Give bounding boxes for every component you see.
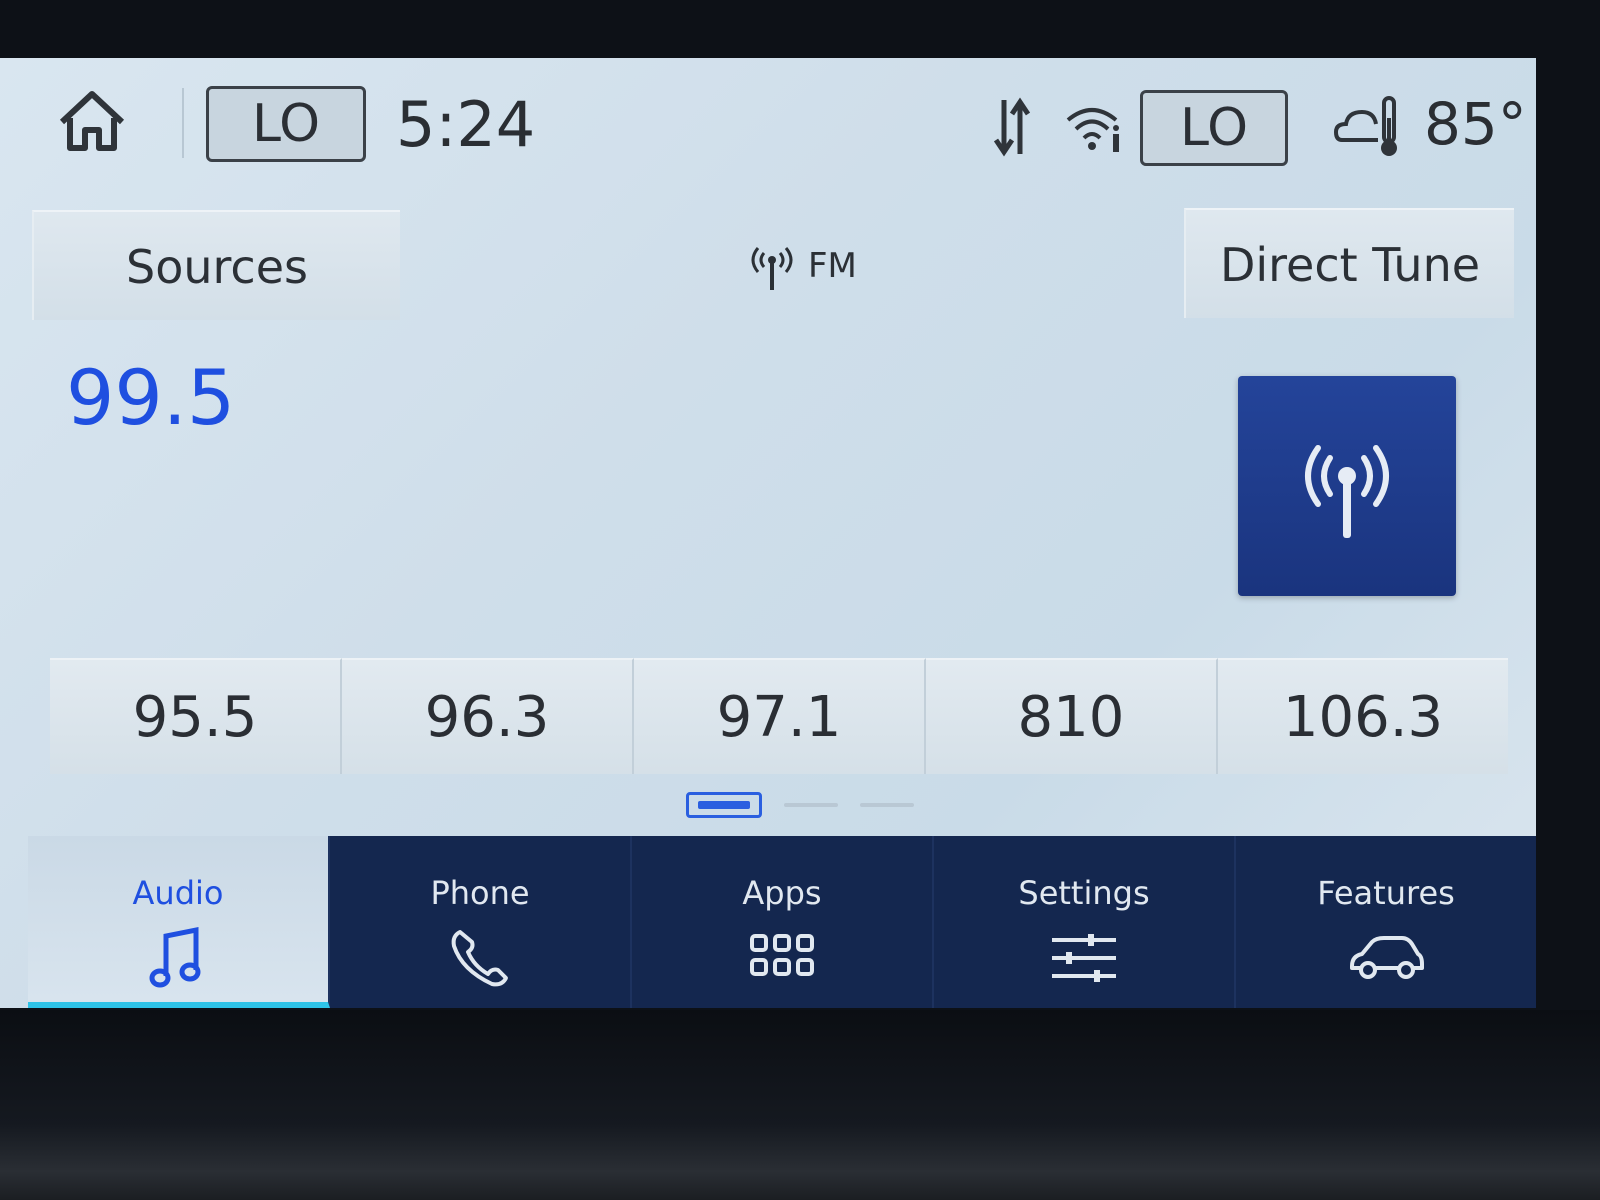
apps-grid-icon <box>750 934 814 976</box>
page-dot-2[interactable] <box>784 803 838 807</box>
nav-settings[interactable]: Settings <box>934 836 1236 1008</box>
weather-thermometer-icon <box>1334 96 1397 156</box>
preset-3[interactable]: 97.1 <box>634 658 926 774</box>
status-bar: LO 5:24 LO 85° <box>0 58 1536 188</box>
music-note-icon <box>149 926 201 988</box>
page-dot-1[interactable] <box>686 792 762 818</box>
band-label: FM <box>808 246 857 286</box>
wifi-icon <box>1066 108 1119 152</box>
nav-audio[interactable]: Audio <box>28 836 330 1008</box>
page-indicator <box>686 792 914 818</box>
nav-settings-label: Settings <box>1018 874 1150 912</box>
antenna-icon <box>751 247 793 290</box>
climate-right-button[interactable]: LO <box>1140 90 1288 166</box>
sliders-icon <box>1052 934 1116 982</box>
outside-temperature: 85° <box>1424 90 1527 158</box>
nav-phone[interactable]: Phone <box>330 836 632 1008</box>
car-icon <box>1350 936 1424 979</box>
home-icon <box>59 91 125 151</box>
clock: 5:24 <box>396 88 536 161</box>
page-dot-3[interactable] <box>860 803 914 807</box>
infotainment-screen: LO 5:24 LO 85° Sources FM Direct Tune 99… <box>0 58 1536 1008</box>
preset-4[interactable]: 810 <box>926 658 1218 774</box>
nav-apps[interactable]: Apps <box>632 836 934 1008</box>
current-frequency: 99.5 <box>66 353 236 442</box>
preset-bar: 95.5 96.3 97.1 810 106.3 <box>50 658 1508 774</box>
phone-icon <box>451 930 508 987</box>
direct-tune-button[interactable]: Direct Tune <box>1184 208 1514 318</box>
dashboard-bezel <box>0 1010 1600 1200</box>
nav-features[interactable]: Features <box>1236 836 1536 1008</box>
nav-audio-label: Audio <box>132 874 224 912</box>
nav-apps-label: Apps <box>742 874 822 912</box>
climate-left-button[interactable]: LO <box>206 86 366 162</box>
preset-2[interactable]: 96.3 <box>342 658 634 774</box>
nav-features-label: Features <box>1317 874 1455 912</box>
data-transfer-icon <box>993 97 1031 157</box>
divider <box>182 88 184 158</box>
radio-artwork-tile <box>1238 376 1456 596</box>
sources-button[interactable]: Sources <box>32 210 400 320</box>
preset-1[interactable]: 95.5 <box>50 658 342 774</box>
nav-phone-label: Phone <box>430 874 530 912</box>
radio-antenna-icon <box>1305 445 1389 538</box>
home-button[interactable] <box>52 86 132 156</box>
band-indicator: FM <box>744 238 857 294</box>
bottom-navigation: Audio Phone Apps Settings Features <box>28 836 1536 1008</box>
preset-5[interactable]: 106.3 <box>1218 658 1508 774</box>
